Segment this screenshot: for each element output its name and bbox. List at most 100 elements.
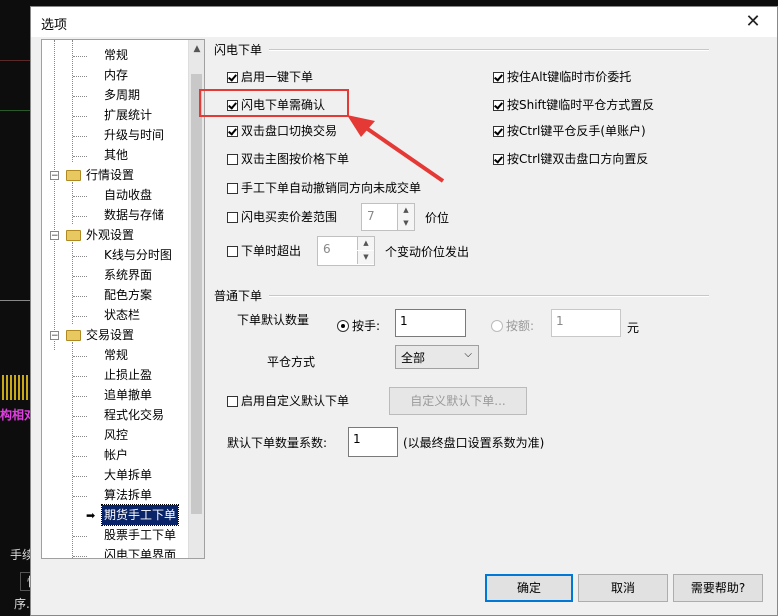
checkbox-icon [227, 212, 238, 223]
radio-icon [337, 320, 349, 332]
dblclick-chart-checkbox[interactable]: 双击主图按价格下单 [227, 151, 349, 167]
tree-item-futures-manual[interactable]: 期货手工下单 [100, 504, 180, 526]
one-click-checkbox[interactable]: 启用一键下单 [227, 69, 313, 85]
checkbox-label: 启用一键下单 [241, 70, 314, 84]
spread-stepper[interactable]: 7 ▲ ▼ [361, 203, 415, 231]
tree-item-risk-control[interactable]: 风控 [104, 425, 128, 445]
close-icon[interactable]: ✕ [741, 10, 765, 34]
tree-item-trade-settings[interactable]: 交易设置 [86, 325, 134, 345]
default-qty-label: 下单默认数量 [237, 313, 310, 327]
dblclick-switch-checkbox[interactable]: 双击盘口切换交易 [227, 123, 337, 139]
checkbox-label: 双击主图按价格下单 [241, 152, 350, 166]
tree-item-trade-general[interactable]: 常规 [104, 345, 128, 365]
stepper-up-icon[interactable]: ▲ [357, 237, 374, 250]
tree-item-large-split[interactable]: 大单拆单 [104, 465, 152, 485]
expand-toggle-icon[interactable]: − [50, 231, 59, 241]
expand-toggle-icon[interactable]: − [50, 331, 59, 341]
timeout-checkbox[interactable]: 下单时超出 [227, 243, 301, 259]
tree-item-general[interactable]: 常规 [104, 45, 128, 65]
options-dialog: 选项 ✕ 常规 内存 多周期 扩展统计 升级与时间 其他 − 行情设置 自动收盘… [30, 6, 778, 616]
amount-input[interactable]: 1 [551, 309, 621, 337]
radio-icon [491, 320, 503, 332]
tree-branch [73, 536, 87, 537]
ok-button[interactable]: 确定 [485, 574, 573, 602]
timeout-stepper[interactable]: 6 ▲ ▼ [317, 236, 375, 266]
tree-item-flash-ui[interactable]: 闪电下单界面 [104, 545, 176, 558]
tree-item-kline-timeshare[interactable]: K线与分时图 [104, 245, 172, 265]
tree-item-market-settings[interactable]: 行情设置 [86, 165, 134, 185]
tree-item-system-ui[interactable]: 系统界面 [104, 265, 152, 285]
close-mode-select[interactable]: 全部 ⌵ [395, 345, 479, 369]
tree-line [72, 242, 73, 324]
tree-branch [73, 256, 87, 257]
tree-item-stop-loss[interactable]: 止损止盈 [104, 365, 152, 385]
tree-item-multi-period[interactable]: 多周期 [104, 85, 140, 105]
checkbox-label: 按Shift键临时平仓方式置反 [507, 98, 655, 112]
tree-scrollbar[interactable]: ▲ [188, 40, 204, 558]
tree-branch [73, 56, 87, 57]
scroll-up-icon[interactable]: ▲ [192, 44, 202, 54]
tree-item-upgrade-time[interactable]: 升级与时间 [104, 125, 164, 145]
stepper-down-icon[interactable]: ▼ [357, 251, 374, 264]
tree-item-data-storage[interactable]: 数据与存储 [104, 205, 164, 225]
tree-branch [73, 396, 87, 397]
tree-item-ext-stats[interactable]: 扩展统计 [104, 105, 152, 125]
bg-volume-bars [2, 375, 28, 400]
chevron-down-icon: ⌵ [464, 349, 472, 360]
tree-branch [73, 196, 87, 197]
tree-item-memory[interactable]: 内存 [104, 65, 128, 85]
tree-item-chase-cancel[interactable]: 追单撤单 [104, 385, 152, 405]
checkbox-label: 双击盘口切换交易 [241, 124, 338, 138]
tree-item-account[interactable]: 帐户 [104, 445, 128, 465]
by-hand-radio[interactable]: 按手: [337, 317, 380, 334]
by-amount-radio[interactable]: 按额: [491, 317, 534, 334]
stepper-down-icon[interactable]: ▼ [397, 217, 414, 230]
expand-toggle-icon[interactable]: − [50, 171, 59, 181]
stepper-up-icon[interactable]: ▲ [397, 204, 414, 217]
spread-checkbox[interactable]: 闪电买卖价差范围 [227, 209, 337, 225]
tree-line [72, 40, 73, 162]
checkbox-icon [493, 126, 504, 137]
checkbox-label: 下单时超出 [241, 244, 302, 258]
spread-value: 7 [367, 209, 375, 223]
tree-branch [73, 216, 87, 217]
tree-branch [73, 496, 87, 497]
tree-item-auto-close[interactable]: 自动收盘 [104, 185, 152, 205]
tree-item-algo-split[interactable]: 算法拆单 [104, 485, 152, 505]
checkbox-icon [227, 72, 238, 83]
tree-item-color-scheme[interactable]: 配色方案 [104, 285, 152, 305]
bg-line [0, 300, 30, 301]
cancel-button[interactable]: 取消 [578, 574, 668, 602]
shift-reverse-checkbox[interactable]: 按Shift键临时平仓方式置反 [493, 97, 654, 113]
tree-branch [73, 436, 87, 437]
help-button[interactable]: 需要帮助? [673, 574, 763, 602]
checkbox-icon [227, 396, 238, 407]
custom-default-button[interactable]: 自定义默认下单... [389, 387, 527, 415]
normal-group-title: 普通下单 [214, 289, 263, 303]
tree-line [54, 40, 55, 350]
tree-branch [73, 116, 87, 117]
tree-branch [73, 416, 87, 417]
hand-qty-input[interactable]: 1 [395, 309, 466, 337]
tree-item-stock-manual[interactable]: 股票手工下单 [104, 525, 176, 545]
checkbox-icon [227, 183, 238, 194]
annotation-arrow-icon [347, 115, 445, 183]
coef-input[interactable]: 1 [348, 427, 398, 457]
ctrl-dblclick-checkbox[interactable]: 按Ctrl键双击盘口方向置反 [493, 151, 648, 167]
ctrl-reverse-checkbox[interactable]: 按Ctrl键平仓反手(单账户) [493, 123, 646, 139]
radio-label: 按额: [506, 319, 535, 333]
tree-item-status-bar[interactable]: 状态栏 [104, 305, 140, 325]
tree-branch [73, 296, 87, 297]
scroll-thumb[interactable] [191, 74, 202, 514]
custom-default-checkbox[interactable]: 启用自定义默认下单 [227, 393, 349, 409]
tree-branch [73, 276, 87, 277]
group-divider [269, 49, 709, 51]
checkbox-icon [227, 154, 238, 165]
amount-unit: 元 [627, 321, 640, 335]
tree-item-appearance[interactable]: 外观设置 [86, 225, 134, 245]
tree-item-algo-trading[interactable]: 程式化交易 [104, 405, 164, 425]
tree-item-other[interactable]: 其他 [104, 145, 128, 165]
checkbox-icon [227, 126, 238, 137]
checkbox-label: 按Ctrl键平仓反手(单账户) [507, 124, 646, 138]
alt-market-checkbox[interactable]: 按住Alt键临时市价委托 [493, 69, 631, 85]
